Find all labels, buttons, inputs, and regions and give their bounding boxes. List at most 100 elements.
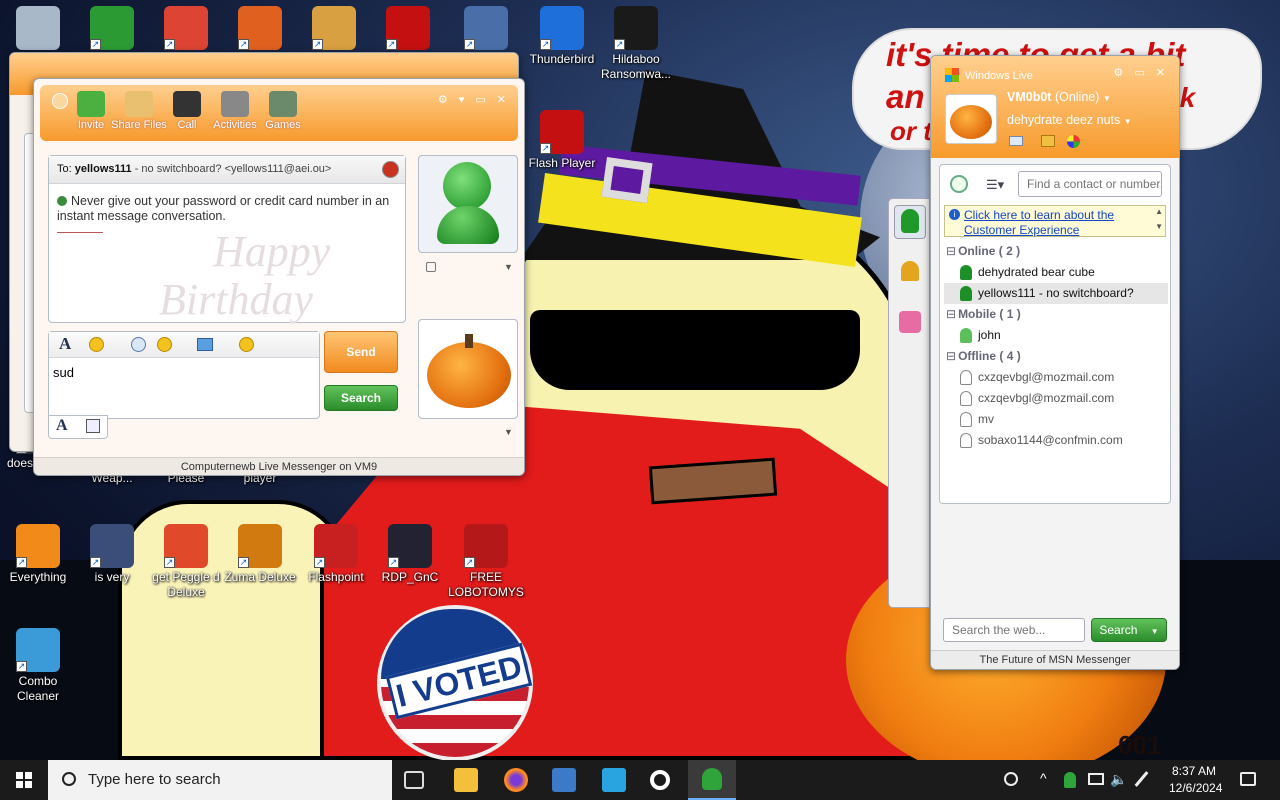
- tray-messenger-icon[interactable]: [1064, 772, 1076, 788]
- contact-name: cxzqevbgl@mozmail.com: [978, 391, 1115, 405]
- voice-clip-icon[interactable]: [239, 337, 254, 352]
- free-lobotomys-icon[interactable]: ↗ FREE LOBOTOMYS: [448, 524, 524, 600]
- folder-app-icon[interactable]: ↗: [296, 6, 372, 52]
- rdp-icon[interactable]: ↗ RDP_GnC: [372, 524, 448, 585]
- contact-picture-frame[interactable]: [418, 155, 518, 253]
- alerts-tab[interactable]: [901, 261, 919, 281]
- window-controls[interactable]: ⚙ ▾ ▭ ✕: [438, 93, 510, 106]
- banner-scroll-up-icon[interactable]: ▲: [1155, 207, 1163, 216]
- group-header-online[interactable]: ⊟ Online ( 2 ): [944, 241, 1168, 262]
- contact-item[interactable]: cxzqevbgl@mozmail.com: [944, 388, 1168, 409]
- collapse-icon[interactable]: ⊟: [946, 349, 956, 363]
- messenger-taskbar-button[interactable]: [688, 760, 736, 800]
- collapse-icon[interactable]: ⊟: [946, 307, 956, 321]
- is-very-icon[interactable]: ↗ is very: [74, 524, 150, 585]
- store-icon[interactable]: [602, 768, 626, 792]
- contact-picture-options-icon[interactable]: ▼: [504, 262, 513, 272]
- pen-icon[interactable]: [1134, 771, 1149, 787]
- peggle-icon[interactable]: ↗: [222, 6, 298, 52]
- wink-icon[interactable]: [157, 337, 172, 352]
- recycle-bin-icon[interactable]: [0, 6, 76, 52]
- group-header-mobile[interactable]: ⊟ Mobile ( 1 ): [944, 304, 1168, 325]
- my-picture-frame[interactable]: [418, 319, 518, 419]
- compose-area[interactable]: A: [48, 331, 320, 419]
- firefox-icon[interactable]: [504, 768, 528, 792]
- group-header-offline[interactable]: ⊟ Offline ( 4 ): [944, 346, 1168, 367]
- status-dropdown-icon[interactable]: ▼: [1103, 94, 1111, 103]
- start-button[interactable]: [0, 760, 48, 800]
- contact-item[interactable]: dehydrated bear cube: [944, 262, 1168, 283]
- font-icon[interactable]: A: [59, 334, 71, 354]
- chrome-icon[interactable]: ↗: [148, 6, 224, 52]
- handwriting-icon[interactable]: [86, 419, 100, 433]
- my-display-picture[interactable]: [945, 94, 997, 144]
- background-icon[interactable]: [197, 338, 213, 351]
- contact-list-window[interactable]: Windows Live ⚙ ▭ ✕ VM0b0t (Online) ▼ deh…: [930, 55, 1180, 670]
- contact-item[interactable]: john: [944, 325, 1168, 346]
- volume-icon[interactable]: 🔈: [1110, 771, 1127, 788]
- contact-item[interactable]: sobaxo1144@confmin.com: [944, 430, 1168, 451]
- collapse-icon[interactable]: ⊟: [946, 244, 956, 258]
- clock-time[interactable]: 8:37 AM: [1172, 764, 1216, 778]
- peggle-deluxe-icon[interactable]: ↗ get Peggle d Deluxe: [148, 524, 224, 600]
- conversation-window[interactable]: ⚙ ▾ ▭ ✕ Invite Share Files Call Activities G…: [33, 78, 525, 476]
- hildaboo-icon[interactable]: ↗ Hildaboo Ransomwa...: [598, 6, 674, 82]
- games-button[interactable]: Games: [255, 91, 311, 131]
- find-contact-input[interactable]: [1018, 171, 1162, 197]
- msn-people-icon[interactable]: ↗: [74, 6, 150, 52]
- spaces-icon[interactable]: [1041, 135, 1055, 147]
- everything-icon[interactable]: ↗ Everything: [0, 524, 76, 585]
- notifications-icon[interactable]: [1240, 772, 1256, 786]
- flashpoint-icon[interactable]: ↗ Flashpoint: [298, 524, 374, 585]
- combo-cleaner-icon[interactable]: ↗ Combo Cleaner: [0, 628, 76, 704]
- network-icon[interactable]: [1088, 773, 1104, 785]
- my-status[interactable]: (Online): [1055, 90, 1099, 104]
- today-tab[interactable]: [899, 311, 921, 333]
- typing-mode-icon[interactable]: A: [56, 417, 68, 435]
- web-search-input[interactable]: [943, 618, 1085, 642]
- personal-message-dropdown-icon[interactable]: ▼: [1124, 117, 1132, 126]
- rdp-icon-image: ↗: [388, 524, 432, 568]
- banner-scroll-down-icon[interactable]: ▼: [1155, 222, 1163, 231]
- task-view-icon[interactable]: [404, 771, 424, 789]
- message-input[interactable]: [53, 362, 315, 382]
- customer-experience-banner[interactable]: i Click here to learn about the Customer…: [944, 205, 1166, 237]
- contact-item[interactable]: mv: [944, 409, 1168, 430]
- control-panel-icon[interactable]: [552, 768, 576, 792]
- news-icon[interactable]: [1067, 135, 1080, 148]
- desktop-icon-label: get Peggle d Deluxe: [152, 570, 220, 599]
- zuma-icon[interactable]: ↗ Zuma Deluxe: [222, 524, 298, 585]
- emoticon-icon[interactable]: [89, 337, 104, 352]
- my-username[interactable]: VM0b0t: [1007, 90, 1051, 104]
- clock-date[interactable]: 12/6/2024: [1169, 781, 1222, 795]
- add-contact-icon[interactable]: [950, 175, 968, 193]
- flash-icon-image: ↗: [386, 6, 430, 50]
- call-icon: [173, 91, 201, 117]
- block-contact-icon[interactable]: [382, 161, 399, 178]
- file-explorer-icon[interactable]: [454, 768, 478, 792]
- sort-options-icon[interactable]: ☰▾: [986, 177, 1004, 193]
- taskbar-search-box[interactable]: Type here to search: [48, 760, 392, 800]
- contact-window-controls[interactable]: ⚙ ▭ ✕: [1113, 66, 1169, 79]
- search-button[interactable]: Search: [324, 385, 398, 411]
- contact-groups: ⊟ Online ( 2 ) dehydrated bear cube yellows…: [944, 241, 1168, 451]
- wallpaper-sunglasses: [530, 310, 860, 390]
- flash-icon[interactable]: ↗: [370, 6, 446, 52]
- customer-experience-link[interactable]: Click here to learn about the Customer E…: [964, 208, 1154, 238]
- contact-item[interactable]: cxzqevbgl@mozmail.com: [944, 367, 1168, 388]
- thunderbird-icon[interactable]: ↗ Thunderbird: [524, 6, 600, 67]
- web-search-dropdown-icon[interactable]: ▼: [1151, 627, 1159, 636]
- send-button[interactable]: Send: [324, 331, 398, 373]
- settings-icon[interactable]: [650, 770, 670, 790]
- contact-item[interactable]: yellows111 - no switchboard?: [944, 283, 1168, 304]
- people-icon[interactable]: [1004, 772, 1018, 786]
- flash-player-icon[interactable]: ↗ Flash Player: [524, 110, 600, 171]
- personal-message[interactable]: dehydrate deez nuts: [1007, 113, 1120, 127]
- my-picture-options-icon[interactable]: ▼: [504, 427, 513, 437]
- web-search-button[interactable]: Search ▼: [1091, 618, 1167, 642]
- message-history-pane[interactable]: To: yellows111 - no switchboard? <yellow…: [48, 155, 406, 324]
- nudge-icon[interactable]: [131, 337, 146, 352]
- tray-overflow-icon[interactable]: ^: [1040, 770, 1047, 786]
- flash-player-icon-image: ↗: [540, 110, 584, 154]
- mail-icon[interactable]: [1009, 136, 1023, 146]
